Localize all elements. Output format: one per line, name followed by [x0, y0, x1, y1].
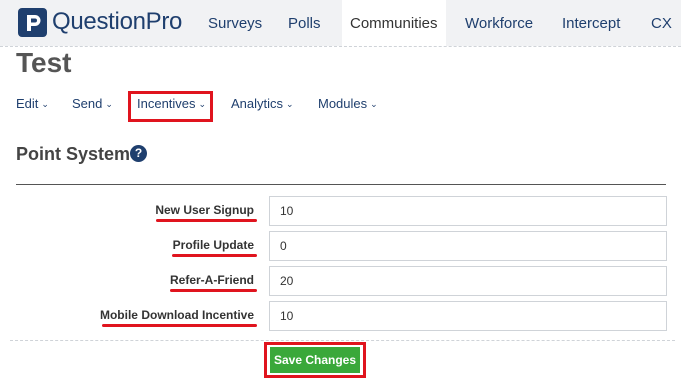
- refer-a-friend-input[interactable]: [269, 266, 667, 296]
- subnav-label: Analytics: [231, 96, 284, 111]
- nav-divider: [0, 46, 681, 47]
- form-divider: [10, 340, 675, 341]
- section-divider: [16, 184, 666, 185]
- chevron-down-icon: ⌄: [41, 99, 49, 109]
- brand-name: QuestionPro: [52, 8, 183, 35]
- questionpro-logo-icon: [18, 7, 47, 37]
- annotation-underline: [170, 289, 257, 292]
- incentives-highlight-box: [128, 91, 213, 122]
- new-user-signup-label: New User Signup: [155, 203, 254, 217]
- tab-intercept[interactable]: Intercept: [562, 0, 620, 46]
- refer-a-friend-label: Refer-A-Friend: [169, 273, 254, 287]
- question-circle-icon[interactable]: ?: [130, 145, 147, 162]
- save-changes-button[interactable]: Save Changes: [270, 347, 360, 373]
- chevron-down-icon: ⌄: [370, 99, 378, 109]
- profile-update-input[interactable]: [269, 231, 667, 261]
- subnav-label: Edit: [16, 96, 39, 111]
- new-user-signup-input[interactable]: [269, 196, 667, 226]
- mobile-download-incentive-input[interactable]: [269, 301, 667, 331]
- annotation-underline: [102, 324, 257, 327]
- subnav-modules[interactable]: Modules ⌄: [318, 96, 378, 111]
- subnav-label: Modules: [318, 96, 368, 111]
- chevron-down-icon: ⌄: [286, 99, 294, 109]
- annotation-underline: [156, 219, 257, 222]
- questionpro-logo[interactable]: QuestionPro: [18, 6, 182, 38]
- top-navigation-bar: QuestionPro Surveys Polls Communities Wo…: [0, 0, 681, 46]
- tab-communities[interactable]: Communities: [342, 0, 446, 46]
- annotation-underline: [172, 254, 257, 257]
- subnav-analytics[interactable]: Analytics ⌄: [231, 96, 294, 111]
- mobile-download-incentive-label: Mobile Download Incentive: [99, 308, 254, 322]
- subnav-label: Send: [72, 96, 103, 111]
- chevron-down-icon: ⌄: [105, 99, 113, 109]
- tab-polls[interactable]: Polls: [288, 0, 321, 46]
- section-title: Point System: [16, 144, 131, 164]
- subnav-send[interactable]: Send ⌄: [72, 96, 113, 111]
- subnav-edit[interactable]: Edit ⌄: [16, 96, 49, 111]
- tab-surveys[interactable]: Surveys: [208, 0, 262, 46]
- page-title: Test: [16, 47, 72, 78]
- tab-workforce[interactable]: Workforce: [465, 0, 533, 46]
- tab-cx[interactable]: CX: [651, 0, 672, 46]
- profile-update-label: Profile Update: [172, 238, 254, 252]
